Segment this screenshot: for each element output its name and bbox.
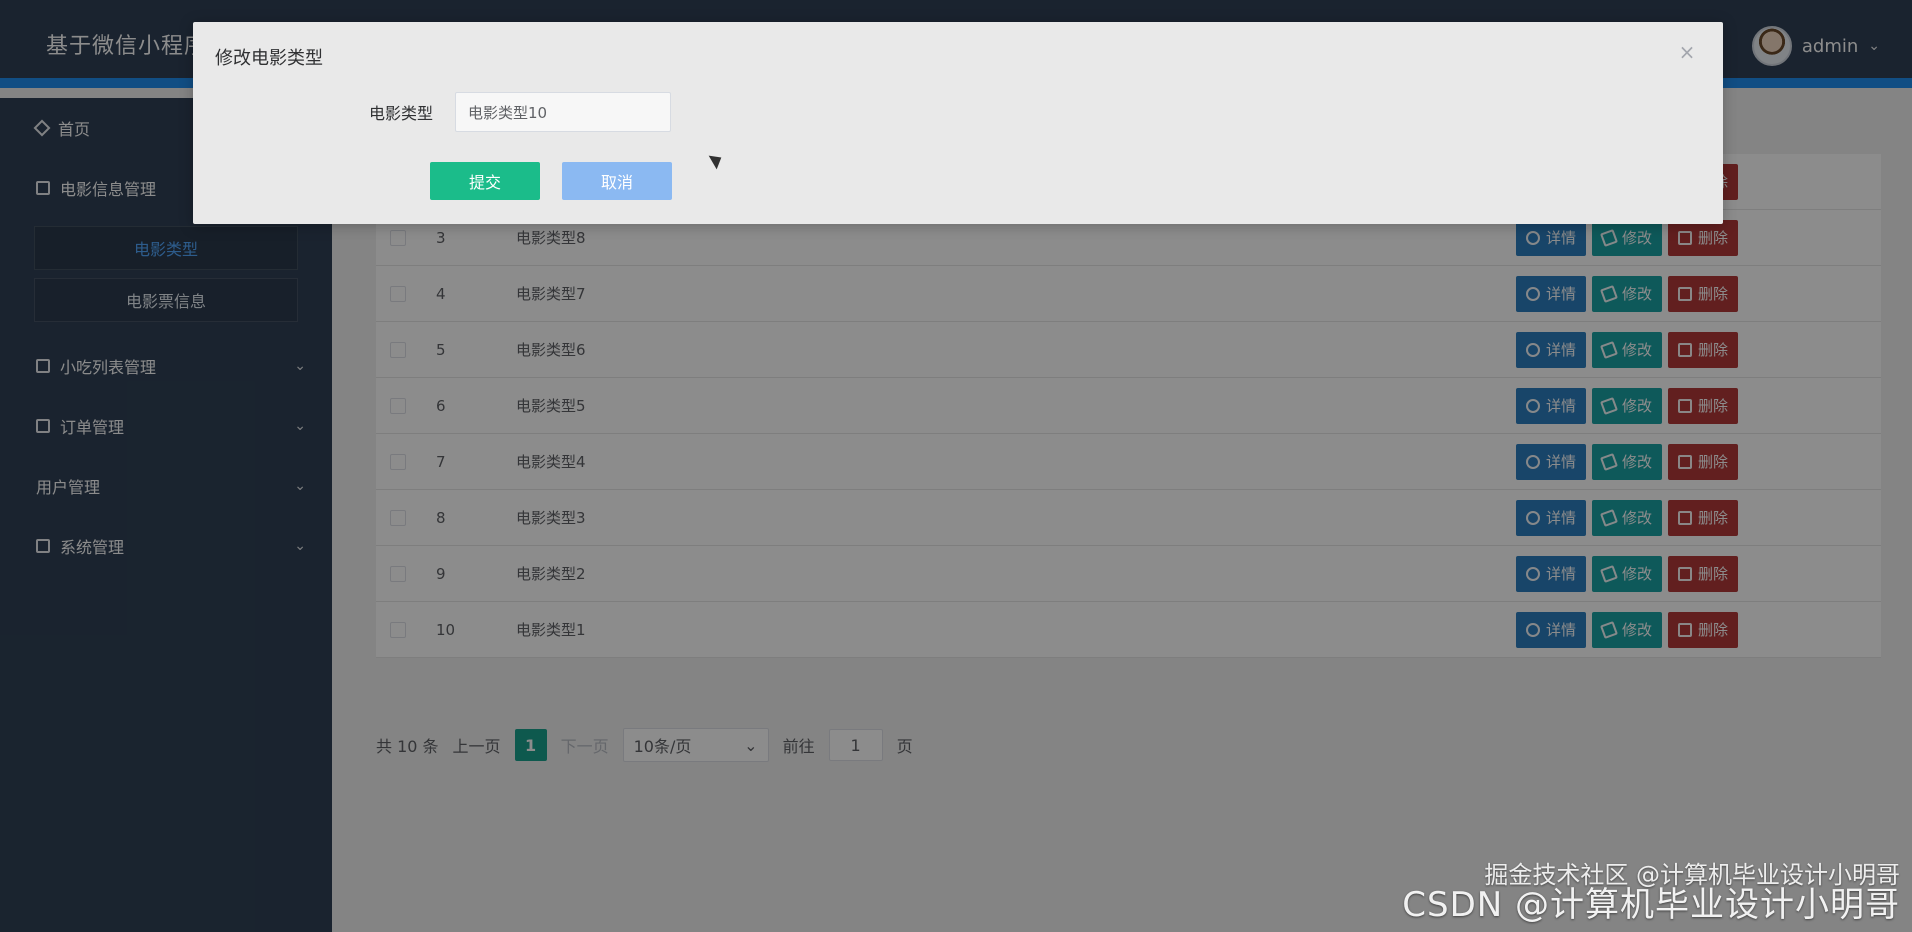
submit-button[interactable]: 提交: [430, 162, 540, 200]
movie-type-input[interactable]: [455, 92, 671, 132]
edit-movie-type-dialog: 修改电影类型 × 电影类型 提交 取消: [193, 22, 1723, 224]
watermark: 掘金技术社区 @计算机毕业设计小明哥 CSDN @计算机毕业设计小明哥: [1402, 861, 1900, 926]
close-icon[interactable]: ×: [1673, 38, 1701, 66]
field-label: 电影类型: [368, 104, 433, 123]
form-row-movie-type: 电影类型: [343, 92, 671, 132]
dialog-actions: 提交 取消: [430, 162, 672, 200]
watermark-line-1: 掘金技术社区 @计算机毕业设计小明哥: [1484, 861, 1900, 890]
watermark-line-2: CSDN @计算机毕业设计小明哥: [1402, 885, 1900, 926]
app-root: 基于微信小程序 admin ⌄ 首页 电影信息管理 ⌃ 电影类型: [0, 0, 1912, 932]
dialog-title: 修改电影类型: [215, 48, 323, 69]
cancel-button[interactable]: 取消: [562, 162, 672, 200]
